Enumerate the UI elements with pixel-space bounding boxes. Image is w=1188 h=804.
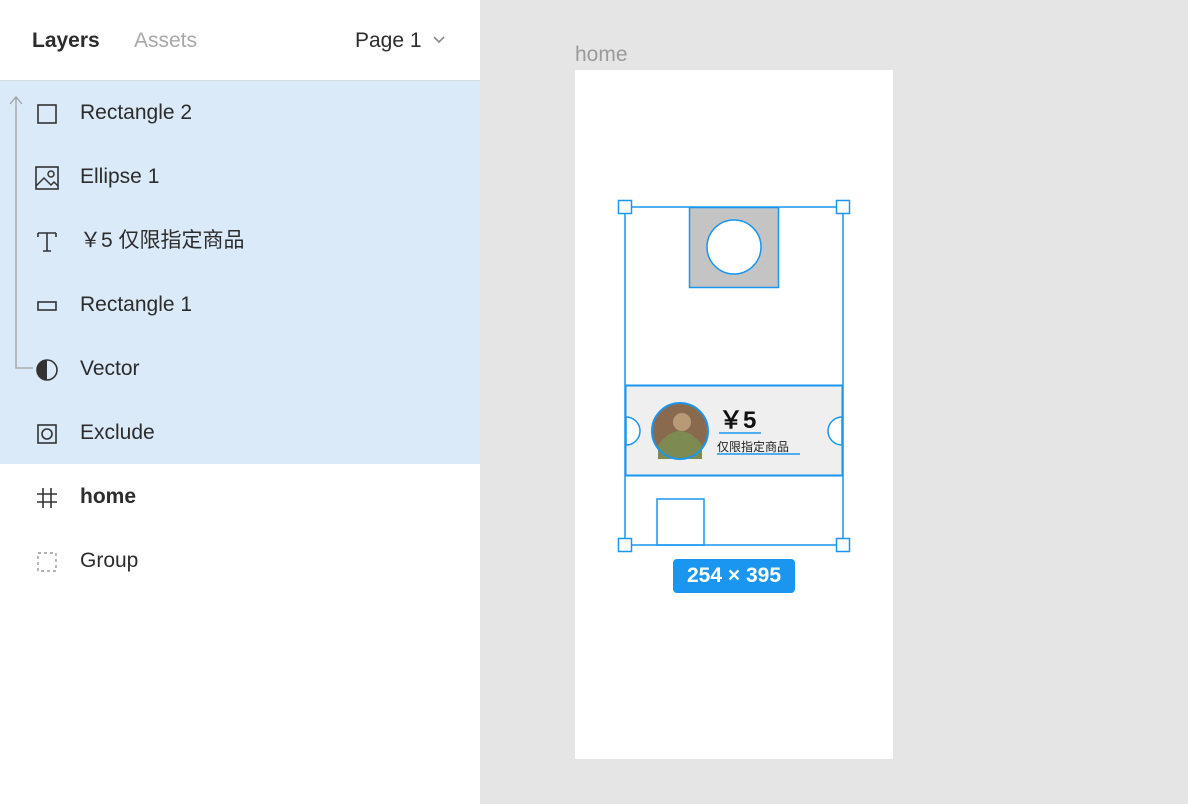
resize-handle-bottom-right[interactable]	[835, 537, 851, 553]
coupon-price[interactable]: ￥5	[719, 407, 756, 435]
coupon-subtitle[interactable]: 仅限指定商品	[717, 440, 789, 454]
rectangle-1-shape[interactable]	[656, 498, 705, 546]
resize-handle-top-left[interactable]	[617, 199, 633, 215]
avatar-face	[673, 413, 691, 431]
size-badge: 254 × 395	[673, 559, 795, 593]
resize-handle-bottom-left[interactable]	[617, 537, 633, 553]
resize-handle-top-right[interactable]	[835, 199, 851, 215]
ellipse-shape[interactable]	[706, 219, 762, 275]
canvas-drawing	[617, 199, 851, 553]
